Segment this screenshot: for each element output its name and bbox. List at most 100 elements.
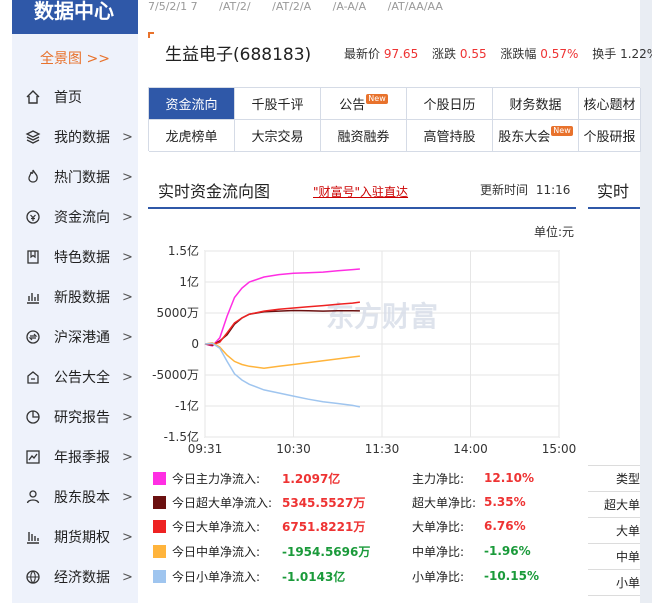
right-table-cell: 小单 [588,570,640,596]
legend-swatch [153,544,166,558]
y-tick-label: 0 [191,337,199,351]
legend-ratio-name: 中单净比: [412,544,465,559]
sidebar-item-label: 特色数据 [54,250,110,266]
crumb[interactable]: 7/5/2/1 7 [148,0,198,13]
crumb[interactable]: /AT/AA/AA [388,0,443,13]
sidebar-item[interactable]: 特色数据 > [12,240,138,274]
turnover-label: 换手 [592,47,617,61]
change-label: 涨跌 [432,47,457,61]
stock-tabs: 资金流向 千股千评 公告 New 个股日历 财务数据 核心题材 龙虎榜单 大宗交易 融资融券 高管持… [148,87,641,152]
legend-name: 今日超大单净流入: [172,495,273,510]
x-tick-label: 15:00 [542,442,577,456]
chevron-right-icon: > [122,569,133,585]
globe-icon [22,569,44,585]
crumb[interactable]: /AT/2/A [272,0,311,13]
legend-value: 6751.8221万 [282,519,366,534]
tab[interactable]: 资金流向 [149,88,235,120]
update-time: 更新时间 11:16 [480,181,570,198]
legend-swatch [153,471,166,485]
layers-icon [22,129,44,145]
legend-name: 今日大单净流入: [172,519,261,534]
money-icon [22,209,44,225]
sidebar-item[interactable]: 公告大全 > [12,360,138,394]
legend-value: 5345.5527万 [282,495,366,510]
update-time-value: 11:16 [535,183,571,197]
update-time-label: 更新时间 [480,183,529,197]
sidebar-item-label: 期货期权 [54,530,110,546]
sidebar-item[interactable]: 年报季报 > [12,440,138,474]
chevron-right-icon: > [122,249,133,265]
sidebar-item-label: 经济数据 [54,570,110,586]
top-nav-crumbs: 7/5/2/1 7 /AT/2/ /AT/2/A /A-A/A /AT/AA/A… [148,0,640,14]
right-table-label: 大单 [615,524,640,538]
tab[interactable]: 千股千评 [235,88,321,120]
legend-ratio-value: -10.15% [484,569,539,583]
right-edge-strip [640,0,652,603]
sidebar-item[interactable]: 热门数据 > [12,160,138,194]
section-underline [148,207,576,209]
crumb[interactable]: /AT/2/ [219,0,251,13]
x-tick-label: 10:30 [276,442,311,456]
tab[interactable]: 融资融券 [321,120,407,152]
tab-label: 公告 [339,98,366,113]
sidebar-item[interactable]: 新股数据 > [12,280,138,314]
legend-ratio-name: 主力净比: [412,471,465,486]
caifuhao-link[interactable]: "财富号"入驻直达 [313,183,408,200]
right-table-label: 超大单 [603,498,640,512]
price-value: 97.65 [383,47,419,61]
tab[interactable]: 龙虎榜单 [149,120,235,152]
sidebar-item-label: 热门数据 [54,170,110,186]
announcement-icon [22,369,44,385]
tab[interactable]: 财务数据 [493,88,579,120]
legend-ratio-name: 超大单净比: [412,495,477,510]
tab-label: 融资融券 [337,130,390,145]
right-table-label: 中单 [615,550,640,564]
legend-value: -1954.5696万 [282,544,371,559]
bar-chart-icon [22,289,44,305]
sidebar-item-label: 我的数据 [54,130,110,146]
tab-label: 资金流向 [165,98,218,113]
x-tick-label: 14:00 [453,442,488,456]
overview-link[interactable]: 全景图 >> [12,44,138,74]
tab[interactable]: 股东大会 New [493,120,579,152]
tab-label: 股东大会 [498,130,551,145]
sidebar-item[interactable]: 研究报告 > [12,400,138,434]
sidebar-item[interactable]: 沪深港通 > [12,320,138,354]
tab[interactable]: 个股日历 [407,88,493,120]
stock-name[interactable]: 生益电子(688183) [165,40,311,65]
sidebar-item[interactable]: 股东股本 > [12,480,138,514]
tab-label: 核心题材 [583,98,636,113]
sidebar-item-label: 新股数据 [54,290,110,306]
legend-row: 今日大单净流入: 6751.8221万 大单净比: 6.76% [153,516,583,536]
tab[interactable]: 高管持股 [407,120,493,152]
tab-label: 财务数据 [509,98,562,113]
chevron-right-icon: > [122,409,133,425]
sidebar-item[interactable]: 首页 [12,80,138,114]
section-underline-2 [588,207,640,209]
sidebar-item[interactable]: 经济数据 > [12,560,138,594]
change-value: 0.55 [459,47,487,61]
x-tick-label: 09:31 [188,442,223,456]
right-table-cell: 超大单 [588,492,640,518]
right-table-cell: 类型 [588,466,640,492]
right-table-label: 类型 [615,472,640,486]
chevron-right-icon: > [122,289,133,305]
tab[interactable]: 公告 New [321,88,407,120]
sidebar-item[interactable]: 资金流向 > [12,200,138,234]
line-chart-icon [22,449,44,465]
tab[interactable]: 核心题材 [579,88,641,120]
legend-ratio-value: 12.10% [484,471,534,485]
sidebar-item[interactable]: 我的数据 > [12,120,138,154]
legend-value: 1.2097亿 [282,471,341,486]
sidebar-item-label: 年报季报 [54,450,110,466]
new-badge: New [551,125,573,136]
y-tick-label: 1亿 [179,274,199,289]
sidebar-item[interactable]: 期货期权 > [12,520,138,554]
tab[interactable]: 大宗交易 [235,120,321,152]
legend-value: -1.0143亿 [282,569,346,584]
legend-ratio-value: 6.76% [484,519,526,533]
legend-ratio-value: -1.96% [484,544,531,558]
tab[interactable]: 个股研报 [579,120,641,152]
tab-label: 龙虎榜单 [165,130,218,145]
crumb[interactable]: /A-A/A [333,0,366,13]
